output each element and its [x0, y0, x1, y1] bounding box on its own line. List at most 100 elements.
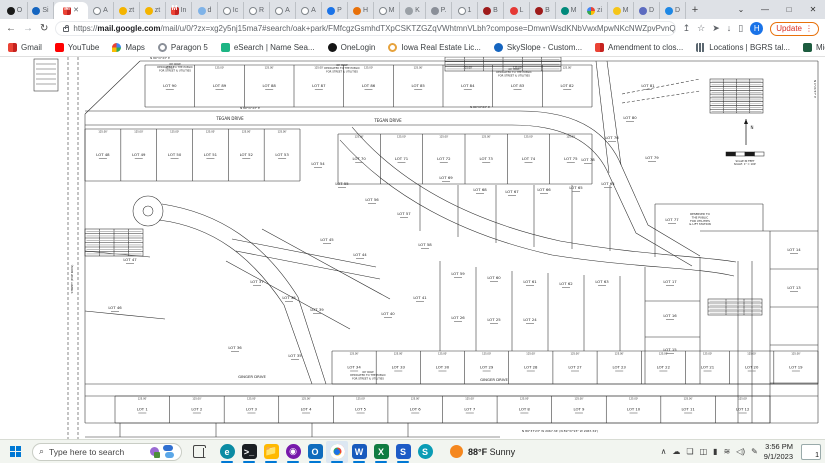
svg-text:125.00': 125.00': [278, 130, 287, 133]
onedrive-icon[interactable]: ☁: [672, 448, 680, 456]
start-button[interactable]: [4, 441, 26, 463]
wifi-icon[interactable]: ≋: [724, 448, 731, 456]
bookmark-label: SkySlope - Custom...: [507, 43, 582, 52]
browser-tab[interactable]: M: [608, 2, 634, 19]
notification-center-icon[interactable]: 1: [801, 444, 821, 460]
browser-tab[interactable]: R: [244, 2, 270, 19]
bookmark-item[interactable]: SkySlope - Custom...: [494, 43, 582, 52]
profile-avatar[interactable]: H: [750, 22, 763, 35]
browser-tab[interactable]: 1: [452, 2, 478, 19]
plat-map-viewer[interactable]: LOT 90125.00'LOT 89125.00'LOT 88125.00'L…: [0, 57, 825, 439]
browser-tab[interactable]: P: [322, 2, 348, 19]
taskbar-clock[interactable]: 3:56 PM 9/1/2023: [764, 442, 793, 462]
back-button[interactable]: ←: [6, 24, 16, 34]
task-view-button[interactable]: [188, 441, 210, 463]
browser-tab[interactable]: Ic: [218, 2, 244, 19]
bookmark-item[interactable]: Paragon 5: [158, 43, 208, 52]
bookmark-item[interactable]: YouTube: [55, 43, 99, 52]
svg-text:125.00': 125.00': [703, 352, 712, 355]
browser-tab[interactable]: P.: [426, 2, 452, 19]
bookmark-item[interactable]: eSearch | Name Sea...: [221, 43, 315, 52]
browser-tab[interactable]: M: [374, 2, 400, 19]
taskbar-app-chrome[interactable]: [326, 441, 348, 463]
downloads-icon[interactable]: ↓: [727, 24, 732, 33]
taskbar-app-app-purple[interactable]: ◉: [282, 441, 304, 463]
browser-tab[interactable]: ✕: [54, 2, 88, 19]
taskbar-app-edge[interactable]: e: [216, 441, 238, 463]
tray-window-icon[interactable]: ❏: [686, 448, 693, 456]
tray-display-icon[interactable]: ◫: [700, 448, 708, 456]
browser-tab[interactable]: L: [504, 2, 530, 19]
outlook-icon: O: [308, 444, 323, 459]
search-highlight-image[interactable]: [149, 444, 175, 460]
taskbar-app-terminal[interactable]: >_: [238, 441, 260, 463]
tab-favicon-icon: [7, 7, 15, 15]
svg-text:LOT 65: LOT 65: [569, 185, 583, 190]
taskbar-app-outlook[interactable]: O: [304, 441, 326, 463]
bookmark-star-icon[interactable]: ☆: [697, 24, 705, 33]
browser-tab[interactable]: O: [2, 2, 28, 19]
browser-tab[interactable]: A: [88, 2, 114, 19]
svg-text:LOT 28: LOT 28: [524, 365, 538, 370]
share-icon[interactable]: ↥: [683, 24, 691, 33]
update-button[interactable]: Update⋮: [770, 22, 819, 36]
bookmark-label: Gmail: [21, 43, 42, 52]
browser-tab[interactable]: D: [634, 2, 660, 19]
browser-tab[interactable]: zt: [114, 2, 140, 19]
close-button[interactable]: ✕: [801, 0, 825, 19]
bookmark-item[interactable]: Locations | BGRS tal...: [696, 43, 790, 52]
weather-widget[interactable]: 88°F Sunny: [450, 445, 515, 458]
browser-tab[interactable]: A: [296, 2, 322, 19]
taskbar-app-app-teal[interactable]: S: [414, 441, 436, 463]
side-panel-icon[interactable]: ▯: [738, 24, 743, 33]
browser-tab[interactable]: D: [660, 2, 686, 19]
svg-text:LOT 25: LOT 25: [487, 317, 501, 322]
lock-icon[interactable]: [63, 27, 69, 32]
browser-tab[interactable]: d: [192, 2, 218, 19]
taskbar-search-input[interactable]: ⌕ Type here to search: [32, 443, 182, 461]
browser-tab[interactable]: zt: [140, 2, 166, 19]
svg-text:LOT 34: LOT 34: [347, 365, 361, 370]
browser-tab[interactable]: Si: [28, 2, 54, 19]
browser-tab[interactable]: zi: [582, 2, 608, 19]
plat-map: LOT 90125.00'LOT 89125.00'LOT 88125.00'L…: [0, 57, 825, 439]
volume-icon[interactable]: ◁): [736, 448, 745, 456]
extensions-pin-icon[interactable]: ➤: [712, 24, 720, 33]
tab-title: D: [649, 7, 654, 14]
browser-tab[interactable]: In: [166, 2, 192, 19]
update-menu-icon[interactable]: ⋮: [805, 24, 813, 33]
reload-button[interactable]: ↻: [40, 24, 48, 34]
minimize-button[interactable]: —: [753, 0, 777, 19]
browser-tab[interactable]: K: [400, 2, 426, 19]
pen-icon[interactable]: ✎: [751, 448, 758, 456]
svg-text:125.00': 125.00': [414, 66, 423, 69]
forward-button[interactable]: →: [23, 24, 33, 34]
browser-tab[interactable]: H: [348, 2, 374, 19]
taskbar-app-word[interactable]: W: [348, 441, 370, 463]
bookmark-item[interactable]: OneLogin: [328, 43, 376, 52]
browser-tab[interactable]: M: [556, 2, 582, 19]
taskbar-app-excel[interactable]: X: [370, 441, 392, 463]
url-text: https://mail.google.com/mail/u/0/?zx=xg2…: [73, 24, 675, 33]
tab-close-icon[interactable]: ✕: [73, 7, 79, 14]
svg-text:LOT 14: LOT 14: [787, 247, 801, 252]
bookmark-item[interactable]: Amendment to clos...: [595, 43, 683, 52]
tray-chevron-icon[interactable]: ∧: [661, 448, 667, 456]
svg-text:LOT 46: LOT 46: [108, 305, 122, 310]
maximize-button[interactable]: □: [777, 0, 801, 19]
bookmark-item[interactable]: Gmail: [8, 43, 42, 52]
bookmark-item[interactable]: MidWestOne: [803, 43, 825, 52]
browser-tab[interactable]: A: [270, 2, 296, 19]
browser-tab[interactable]: B: [530, 2, 556, 19]
new-tab-button[interactable]: +: [686, 4, 704, 16]
bookmark-item[interactable]: Maps: [112, 43, 145, 52]
svg-text:LOT 3: LOT 3: [246, 407, 257, 412]
battery-icon[interactable]: ▮: [713, 448, 717, 456]
bookmark-item[interactable]: Iowa Real Estate Lic...: [388, 43, 481, 52]
tab-favicon-icon: [275, 7, 283, 15]
tab-search-chevron-icon[interactable]: ⌄: [729, 0, 753, 19]
url-input[interactable]: https://mail.google.com/mail/u/0/?zx=xg2…: [55, 21, 675, 36]
browser-tab[interactable]: B: [478, 2, 504, 19]
taskbar-app-file-explorer[interactable]: 📁: [260, 441, 282, 463]
taskbar-app-app-blue[interactable]: S: [392, 441, 414, 463]
